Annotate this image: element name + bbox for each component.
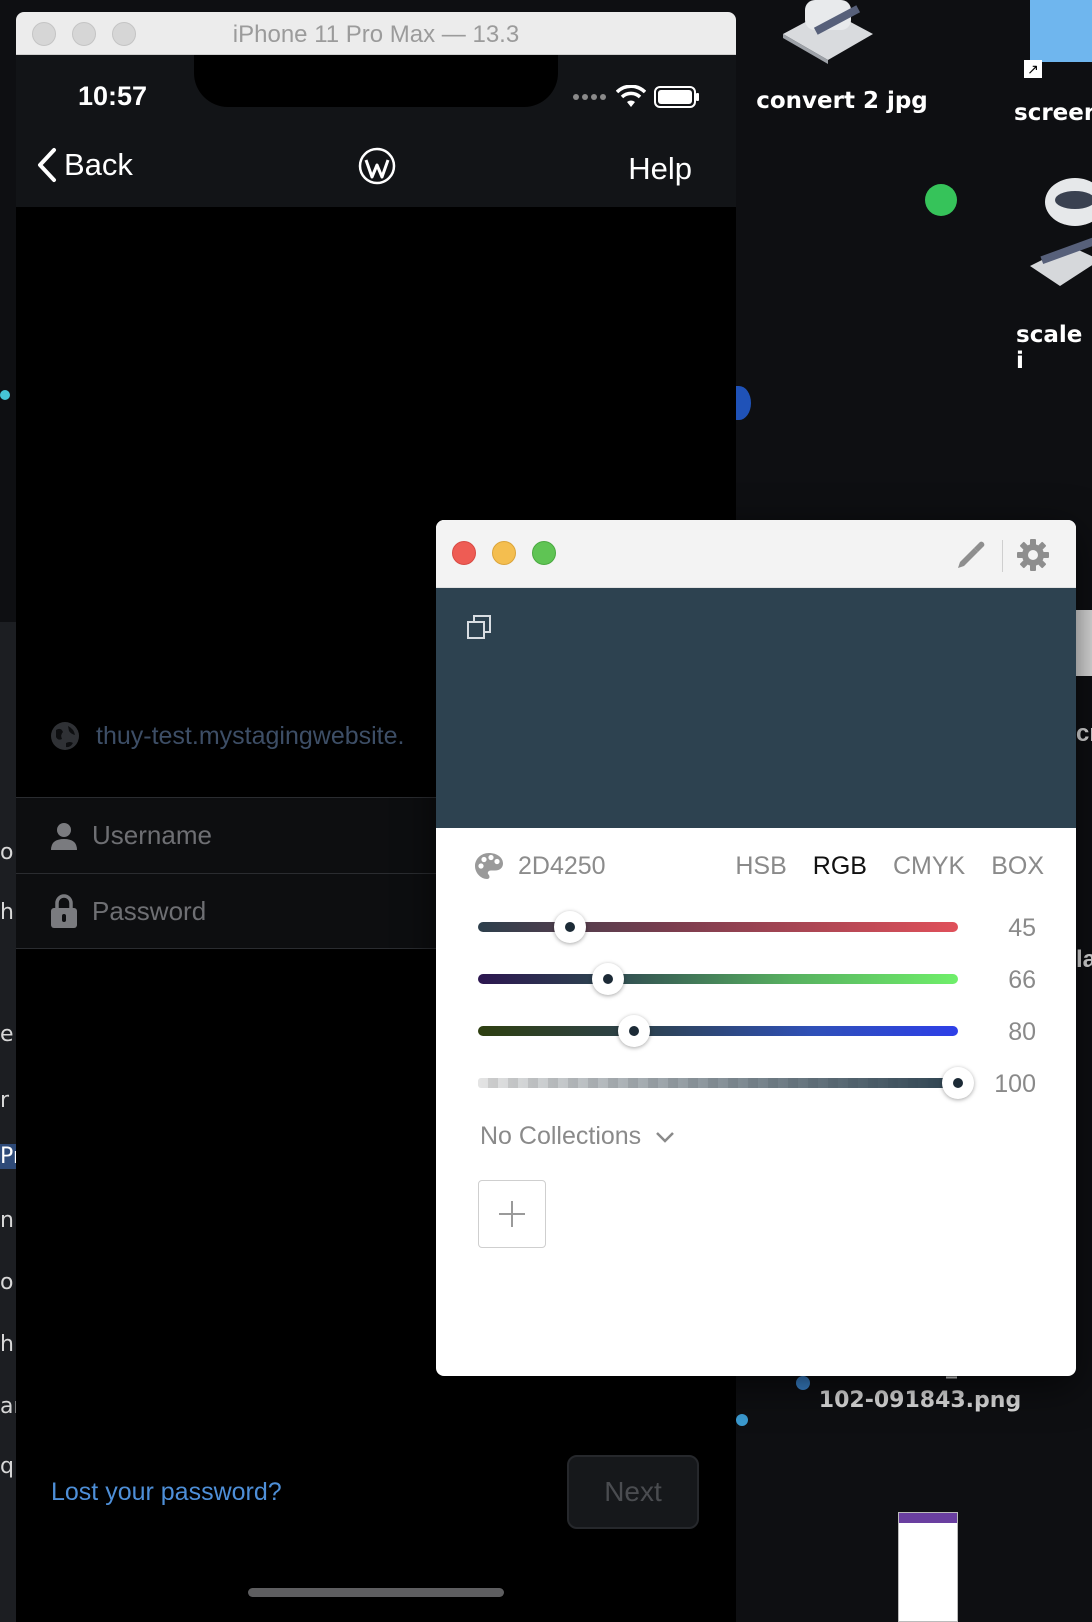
opacity-slider[interactable] bbox=[478, 1078, 958, 1088]
lock-icon bbox=[51, 894, 77, 928]
decor-dot bbox=[796, 1376, 810, 1390]
strip-text: o bbox=[0, 840, 14, 865]
battery-icon bbox=[654, 86, 699, 108]
opacity-value: 100 bbox=[994, 1070, 1036, 1098]
strip-text: h bbox=[0, 900, 14, 925]
red-slider-knob[interactable] bbox=[554, 911, 586, 943]
lost-password-link[interactable]: Lost your password? bbox=[51, 1478, 282, 1507]
collections-dropdown[interactable]: No Collections bbox=[480, 1122, 675, 1151]
help-button[interactable]: Help bbox=[628, 151, 692, 187]
color-picker-window: 2D4250 HSB RGB CMYK BOX 45 66 80 100 No … bbox=[436, 520, 1076, 1376]
site-url: thuy-test.mystagingwebsite. bbox=[96, 721, 405, 750]
add-color-button[interactable] bbox=[478, 1180, 546, 1248]
color-mode-tabs: HSB RGB CMYK BOX bbox=[735, 852, 1044, 881]
blue-slider[interactable] bbox=[478, 1026, 958, 1036]
chevron-left-icon bbox=[38, 148, 56, 182]
strip-text: e bbox=[0, 1022, 14, 1047]
picker-titlebar[interactable] bbox=[436, 520, 1076, 588]
color-value-row: 2D4250 HSB RGB CMYK BOX bbox=[474, 846, 1044, 886]
strip-text: n bbox=[0, 1208, 14, 1233]
zoom-button[interactable] bbox=[532, 541, 556, 565]
tab-cmyk[interactable]: CMYK bbox=[893, 852, 965, 881]
next-button[interactable]: Next bbox=[567, 1455, 699, 1529]
copy-icon[interactable] bbox=[466, 614, 492, 640]
desktop-icon-label[interactable]: convert 2 jpg bbox=[752, 88, 932, 114]
background-window-edge bbox=[1076, 610, 1092, 676]
close-button[interactable] bbox=[452, 541, 476, 565]
chevron-down-icon bbox=[656, 1131, 675, 1143]
app-navigation-bar: 10:57 Back Help bbox=[16, 55, 736, 207]
background-window-text: cr bbox=[1076, 720, 1092, 747]
palette-icon bbox=[475, 853, 503, 879]
back-button[interactable]: Back bbox=[36, 147, 133, 183]
green-slider-knob[interactable] bbox=[592, 963, 624, 995]
background-window-text: la bbox=[1076, 946, 1092, 973]
notch bbox=[194, 55, 558, 107]
status-time: 10:57 bbox=[78, 81, 148, 111]
opacity-gradient bbox=[478, 1078, 958, 1088]
desktop-icon-label[interactable]: scale i bbox=[1016, 322, 1092, 374]
home-indicator[interactable] bbox=[248, 1588, 504, 1597]
globe-icon bbox=[51, 722, 79, 750]
green-slider[interactable] bbox=[478, 974, 958, 984]
strip-text: r bbox=[0, 1088, 10, 1113]
back-label: Back bbox=[64, 147, 133, 182]
decor-dot bbox=[736, 1414, 748, 1426]
user-icon bbox=[51, 822, 77, 850]
minimize-button[interactable] bbox=[492, 541, 516, 565]
blue-slider-knob[interactable] bbox=[618, 1015, 650, 1047]
tab-hsb[interactable]: HSB bbox=[735, 852, 786, 881]
password-placeholder: Password bbox=[92, 895, 207, 926]
strip-text: o bbox=[0, 1270, 14, 1295]
file-thumbnail[interactable] bbox=[898, 1512, 958, 1622]
username-placeholder: Username bbox=[92, 820, 212, 850]
desktop-icon-label[interactable]: screen bbox=[1014, 100, 1092, 126]
red-value: 45 bbox=[1008, 914, 1036, 942]
hex-value[interactable]: 2D4250 bbox=[518, 852, 606, 881]
wifi-icon bbox=[616, 85, 646, 107]
alias-arrow-icon: ↗ bbox=[1024, 60, 1042, 78]
folder-icon[interactable] bbox=[1030, 0, 1092, 62]
signal-icon bbox=[573, 94, 606, 100]
decor-dot bbox=[925, 184, 957, 216]
wordpress-logo-icon bbox=[358, 147, 396, 185]
collections-label: No Collections bbox=[480, 1122, 642, 1150]
gear-icon[interactable] bbox=[1016, 538, 1050, 572]
eyedropper-icon[interactable] bbox=[954, 538, 988, 572]
red-slider[interactable] bbox=[478, 922, 958, 932]
status-icons bbox=[572, 85, 700, 109]
decor-dot bbox=[0, 390, 10, 400]
blue-value: 80 bbox=[1008, 1018, 1036, 1046]
tab-rgb[interactable]: RGB bbox=[813, 852, 867, 881]
plus-icon bbox=[499, 1201, 525, 1227]
tab-box[interactable]: BOX bbox=[991, 852, 1044, 881]
toolbar-divider bbox=[1002, 540, 1003, 572]
strip-text: q bbox=[0, 1454, 14, 1479]
simulator-title: iPhone 11 Pro Max — 13.3 bbox=[232, 21, 520, 48]
green-value: 66 bbox=[1008, 966, 1036, 994]
strip-text: h bbox=[0, 1332, 14, 1357]
automator-app-icon[interactable] bbox=[783, 0, 873, 64]
color-swatch[interactable] bbox=[436, 588, 1076, 828]
automator-app-icon[interactable] bbox=[1030, 176, 1092, 296]
simulator-titlebar[interactable]: iPhone 11 Pro Max — 13.3 bbox=[16, 12, 736, 55]
